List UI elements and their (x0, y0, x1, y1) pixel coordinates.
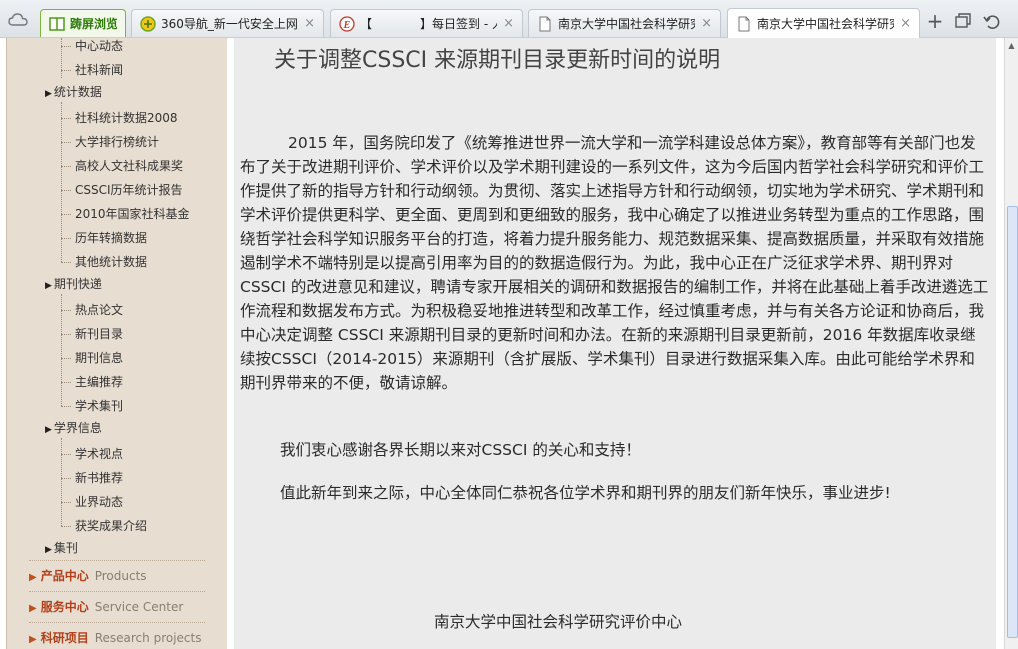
tree-connector (61, 438, 62, 526)
close-tab-icon[interactable]: × (701, 16, 712, 31)
nav-item[interactable]: 2010年国家社科基金 (61, 204, 190, 224)
e-logo-icon: E (339, 15, 355, 32)
paragraph-text: 2015 年，国务院印发了《统筹推进世界一流大学和一流学科建设总体方案》，教育部… (240, 134, 989, 392)
section-label-cn: 产品中心 (40, 569, 89, 583)
nav-item[interactable]: 业界动态 (60, 492, 123, 512)
section-products[interactable]: ▶ 产品中心 Products (29, 564, 209, 588)
divider (29, 622, 205, 623)
nav-item[interactable]: 热点论文 (60, 300, 123, 320)
nav-item[interactable]: 学术视点 (60, 444, 123, 464)
triangle-right-icon: ▶ (45, 545, 52, 555)
nav-item[interactable]: 获奖成果介绍 (60, 516, 147, 536)
tab-title: 360导航_新一代安全上网导 (161, 17, 299, 31)
nav-item[interactable]: CSSCI历年统计报告 (61, 180, 183, 200)
nav-group-statistics[interactable]: ▶ 统计数据 (45, 82, 102, 102)
nav-item[interactable]: 主编推荐 (60, 372, 123, 392)
section-service-center[interactable]: ▶ 服务中心 Service Center (29, 595, 209, 619)
nav-item[interactable]: 其他统计数据 (60, 252, 147, 272)
tab-title: 南京大学中国社会科学研究 (757, 17, 895, 31)
article-thanks: 我们衷心感谢各界长期以来对CSSCI 的关心和支持！ (280, 441, 641, 459)
scroll-up-arrow-icon[interactable]: ▲ (1005, 40, 1018, 52)
360-logo-icon (140, 15, 156, 32)
section-label-cn: 科研项目 (40, 631, 89, 645)
tab-nju-cssci-1[interactable]: 南京大学中国社会科学研究 × (528, 9, 721, 37)
nav-item[interactable]: 大学排行榜统计 (60, 132, 159, 152)
section-research-projects[interactable]: ▶ 科研项目 Research projects (29, 626, 209, 649)
nav-item-social-news[interactable]: 社科新闻 (60, 60, 123, 80)
nav-group-academic-info[interactable]: ▶ 学界信息 (45, 418, 102, 438)
nav-item[interactable]: 新刊目录 (60, 324, 123, 344)
article-paragraph: 2015 年，国务院印发了《统筹推进世界一流大学和一流学科建设总体方案》，教育部… (240, 131, 990, 395)
nav-group-label: 学界信息 (53, 421, 102, 435)
triangle-right-icon: ▶ (29, 634, 37, 645)
page-icon (539, 16, 551, 31)
triangle-right-icon: ▶ (45, 89, 52, 99)
divider (29, 560, 205, 561)
nav-item[interactable]: 学术集刊 (60, 396, 123, 416)
nav-group-journal-express[interactable]: ▶ 期刊快递 (45, 274, 102, 294)
nav-item[interactable]: 期刊信息 (60, 348, 123, 368)
undo-close-icon[interactable] (982, 12, 1000, 30)
split-screen-icon (49, 16, 65, 31)
page-icon (738, 16, 750, 31)
nav-item[interactable]: 历年转摘数据 (60, 228, 147, 248)
section-label-cn: 服务中心 (40, 600, 89, 614)
scrollbar-thumb[interactable] (1007, 206, 1018, 638)
left-nav-sidebar: 中心动态 社科新闻 ▶ 统计数据 社科统计数据2008 大学排行榜统计 高校人文社… (6, 38, 227, 649)
tab-title: 南京大学中国社会科学研究 (558, 17, 696, 31)
article-signature: 南京大学中国社会科学研究评价中心 (434, 613, 683, 631)
tab-nju-cssci-active[interactable]: 南京大学中国社会科学研究 × (727, 8, 920, 38)
article-greeting: 值此新年到来之际，中心全体同仁恭祝各位学术界和期刊界的朋友们新年快乐，事业进步! (280, 484, 891, 502)
nav-item[interactable]: 社科统计数据2008 (61, 108, 178, 128)
nav-item[interactable]: 新书推荐 (60, 468, 123, 488)
tab-daily-checkin[interactable]: E 【 】每日签到 - 人大 × (330, 9, 523, 37)
close-tab-icon[interactable]: × (304, 16, 315, 31)
nav-item[interactable]: 高校人文社科成果奖 (60, 156, 183, 176)
divider (29, 591, 205, 592)
nav-group-label: 统计数据 (53, 85, 102, 99)
cloud-icon[interactable] (8, 12, 28, 28)
tree-connector (61, 38, 62, 78)
triangle-right-icon: ▶ (29, 572, 37, 583)
triangle-right-icon: ▶ (45, 425, 52, 435)
close-tab-icon[interactable]: × (503, 16, 514, 31)
nav-group-label: 集刊 (53, 541, 78, 555)
tab-title: 踌屏浏览 (70, 17, 117, 31)
triangle-right-icon: ▶ (45, 281, 52, 291)
section-label-en: Research projects (94, 631, 202, 645)
article-panel: 关于调整CSSCI 来源期刊目录更新时间的说明 2015 年，国务院印发了《统筹… (234, 38, 996, 649)
new-tab-button[interactable]: + (926, 11, 944, 31)
article-title: 关于调整CSSCI 来源期刊目录更新时间的说明 (274, 48, 721, 73)
section-label-en: Products (94, 569, 147, 583)
nav-group-label: 期刊快递 (53, 277, 102, 291)
svg-text:E: E (343, 20, 351, 31)
section-label-en: Service Center (94, 600, 184, 614)
tab-360-nav[interactable]: 360导航_新一代安全上网导 × (131, 9, 324, 37)
close-tab-icon[interactable]: × (900, 16, 911, 31)
nav-group-collections[interactable]: ▶ 集刊 (45, 538, 78, 558)
triangle-right-icon: ▶ (29, 603, 37, 614)
tab-list-icon[interactable] (954, 12, 972, 30)
tab-title: 【 】每日签到 - 人大 (360, 17, 497, 31)
browser-tab-strip: 踌屏浏览 360导航_新一代安全上网导 × E 【 】每日签到 - 人大 × 南… (0, 0, 1018, 38)
vertical-scrollbar[interactable]: ▲ (1004, 38, 1018, 649)
tab-split-screen[interactable]: 踌屏浏览 (40, 9, 126, 37)
nav-item-center-news[interactable]: 中心动态 (60, 38, 123, 56)
